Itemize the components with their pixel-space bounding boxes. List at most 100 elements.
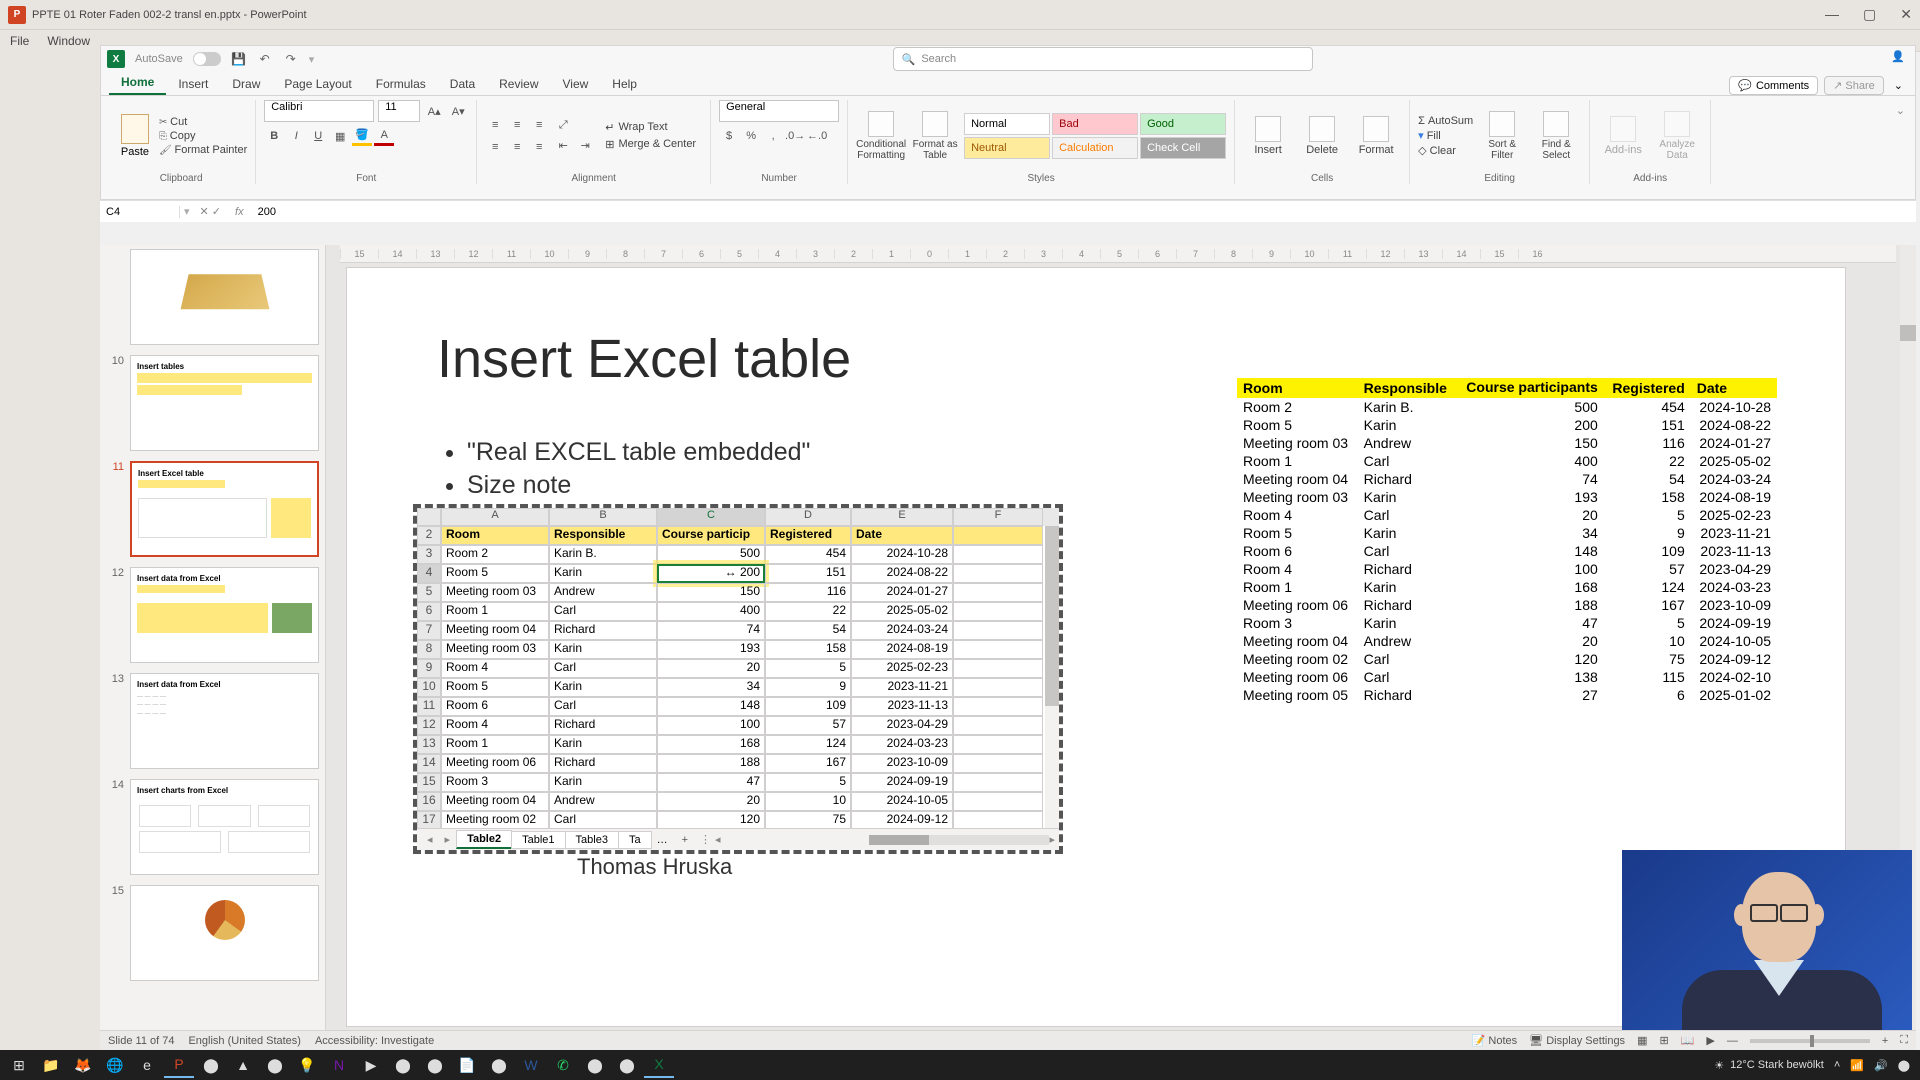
decrease-indent-icon[interactable]: ⇤ (553, 136, 573, 156)
underline-button[interactable]: U (308, 126, 328, 146)
windows-taskbar[interactable]: ⊞ 📁 🦊 🌐 e P ⬤ ▲ ⬤ 💡 N ▶ ⬤ ⬤ 📄 ⬤ W ✆ ⬤ ⬤ … (0, 1050, 1920, 1080)
comments-button[interactable]: 💬 Comments (1729, 76, 1818, 95)
share-button[interactable]: ↗ Share (1824, 76, 1884, 95)
table-row[interactable]: 11Room 6Carl1481092023-11-13 (417, 697, 1059, 716)
add-sheet-icon[interactable]: + (674, 834, 696, 846)
taskbar-app8-icon[interactable]: ⬤ (580, 1052, 610, 1078)
cut-button[interactable]: Cut (159, 116, 247, 128)
embedded-excel-object[interactable]: A B C D E F 2RoomResponsibleCourse parti… (413, 504, 1063, 854)
taskbar-app6-icon[interactable]: ⬤ (420, 1052, 450, 1078)
taskbar-firefox-icon[interactable]: 🦊 (68, 1052, 98, 1078)
slide-thumbnail[interactable]: 11Insert Excel table (106, 461, 319, 557)
delete-cells-button[interactable]: Delete (1297, 116, 1347, 156)
align-right-icon[interactable]: ≡ (529, 137, 549, 157)
zoom-slider[interactable] (1750, 1039, 1870, 1043)
taskbar-word-icon[interactable]: W (516, 1052, 546, 1078)
taskbar-app5-icon[interactable]: ⬤ (388, 1052, 418, 1078)
format-as-table-button[interactable]: Format as Table (910, 111, 960, 161)
align-top-icon[interactable]: ≡ (485, 115, 505, 135)
taskbar-app3-icon[interactable]: 💡 (292, 1052, 322, 1078)
minimize-icon[interactable]: — (1825, 6, 1839, 23)
sort-filter-button[interactable]: Sort & Filter (1477, 111, 1527, 161)
table-row[interactable]: 9Room 4Carl2052025-02-23 (417, 659, 1059, 678)
table-row[interactable]: 15Room 3Karin4752024-09-19 (417, 773, 1059, 792)
decrease-font-icon[interactable]: A▾ (448, 101, 468, 121)
style-calculation[interactable]: Calculation (1052, 137, 1138, 159)
font-name-select[interactable]: Calibri (264, 100, 374, 122)
font-size-select[interactable]: 11 (378, 100, 420, 122)
display-settings-button[interactable]: 🖥 Display Settings (1529, 1034, 1625, 1047)
taskbar-chrome-icon[interactable]: 🌐 (100, 1052, 130, 1078)
tab-page-layout[interactable]: Page Layout (272, 73, 363, 95)
view-normal-icon[interactable]: ▦ (1637, 1034, 1647, 1047)
tray-volume-icon[interactable]: 🔊 (1874, 1059, 1888, 1072)
vertical-scrollbar[interactable] (1045, 526, 1059, 828)
slide-thumbnail[interactable]: 12Insert data from Excel (106, 567, 319, 663)
fill-color-button[interactable]: 🪣 (352, 126, 372, 146)
tab-review[interactable]: Review (487, 73, 550, 95)
conditional-formatting-button[interactable]: Conditional Formatting (856, 111, 906, 161)
format-cells-button[interactable]: Format (1351, 116, 1401, 156)
slide-thumbnail[interactable]: 13Insert data from Excel— — — —— — — —— … (106, 673, 319, 769)
currency-icon[interactable]: $ (719, 126, 739, 146)
table-row[interactable]: 3Room 2Karin B.5004542024-10-28 (417, 545, 1059, 564)
cell-styles-gallery[interactable]: Normal Bad Good Neutral Calculation Chec… (964, 113, 1226, 159)
slide-thumbnail[interactable]: 15 (106, 885, 319, 981)
addins-button[interactable]: Add-ins (1598, 116, 1648, 156)
sheet-tab-more[interactable]: Ta (618, 831, 652, 849)
align-bottom-icon[interactable]: ≡ (529, 115, 549, 135)
taskbar-excel-icon[interactable]: X (644, 1052, 674, 1078)
style-good[interactable]: Good (1140, 113, 1226, 135)
taskbar-app-icon[interactable]: ⬤ (196, 1052, 226, 1078)
align-left-icon[interactable]: ≡ (485, 137, 505, 157)
tab-draw[interactable]: Draw (220, 73, 272, 95)
autosum-button[interactable]: AutoSum (1418, 115, 1473, 127)
align-middle-icon[interactable]: ≡ (507, 115, 527, 135)
merge-center-button[interactable]: ⊞ Merge & Center (599, 136, 702, 153)
view-reading-icon[interactable]: 📖 (1681, 1034, 1695, 1047)
increase-decimal-icon[interactable]: .0→ (785, 126, 805, 146)
weather-widget[interactable]: ☀ 12°C Stark bewölkt (1714, 1059, 1824, 1072)
user-account-icon[interactable]: 👤 (1891, 50, 1909, 68)
view-sorter-icon[interactable]: ⊞ (1659, 1034, 1668, 1047)
table-row[interactable]: 16Meeting room 04Andrew20102024-10-05 (417, 792, 1059, 811)
style-neutral[interactable]: Neutral (964, 137, 1050, 159)
tray-icon[interactable]: ⬤ (1898, 1059, 1910, 1072)
slide-thumbnails-panel[interactable]: 10Insert tables11Insert Excel table12Ins… (100, 245, 326, 1040)
search-input[interactable]: 🔍 Search (893, 47, 1313, 71)
fit-to-window-icon[interactable]: ⛶ (1900, 1034, 1908, 1047)
format-painter-button[interactable]: Format Painter (159, 144, 247, 156)
analyze-data-button[interactable]: Analyze Data (1652, 111, 1702, 161)
sheet-tabs[interactable]: ◂ ▸ Table2 Table1 Table3 Ta … + ⋮ ◂ ▸ (417, 828, 1059, 850)
sheet-nav-prev-icon[interactable]: ◂ (421, 833, 439, 846)
taskbar-app4-icon[interactable]: ▶ (356, 1052, 386, 1078)
percent-icon[interactable]: % (741, 126, 761, 146)
redo-icon[interactable]: ↷ (283, 51, 299, 67)
collapse-ribbon-icon[interactable]: ⌄ (1892, 100, 1909, 184)
font-color-button[interactable]: A (374, 126, 394, 146)
table-row[interactable]: 17Meeting room 02Carl120752024-09-12 (417, 811, 1059, 828)
table-row[interactable]: 13Room 1Karin1681242024-03-23 (417, 735, 1059, 754)
table-row[interactable]: 4Room 5Karin↔ 2001512024-08-22 (417, 564, 1059, 583)
autosave-toggle[interactable] (193, 52, 221, 66)
style-bad[interactable]: Bad (1052, 113, 1138, 135)
table-row[interactable]: 12Room 4Richard100572023-04-29 (417, 716, 1059, 735)
taskbar-vlc-icon[interactable]: ▲ (228, 1052, 258, 1078)
taskbar-app9-icon[interactable]: ⬤ (612, 1052, 642, 1078)
view-slideshow-icon[interactable]: ▶ (1706, 1034, 1714, 1047)
column-headers[interactable]: A B C D E F (417, 508, 1059, 526)
copy-button[interactable]: Copy (159, 130, 247, 142)
close-icon[interactable]: ✕ (1900, 6, 1912, 23)
clear-button[interactable]: Clear (1418, 144, 1473, 157)
style-normal[interactable]: Normal (964, 113, 1050, 135)
taskbar-whatsapp-icon[interactable]: ✆ (548, 1052, 578, 1078)
tab-insert[interactable]: Insert (166, 73, 220, 95)
sheet-tab-table2[interactable]: Table2 (456, 830, 512, 849)
italic-button[interactable]: I (286, 126, 306, 146)
sheet-tab-table1[interactable]: Table1 (511, 831, 565, 849)
fx-icon[interactable]: fx (227, 206, 252, 218)
table-header-row[interactable]: 2RoomResponsibleCourse participRegistere… (417, 526, 1059, 545)
table-row[interactable]: 5Meeting room 03Andrew1501162024-01-27 (417, 583, 1059, 602)
decrease-decimal-icon[interactable]: ←.0 (807, 126, 827, 146)
fill-button[interactable]: Fill (1418, 129, 1473, 142)
